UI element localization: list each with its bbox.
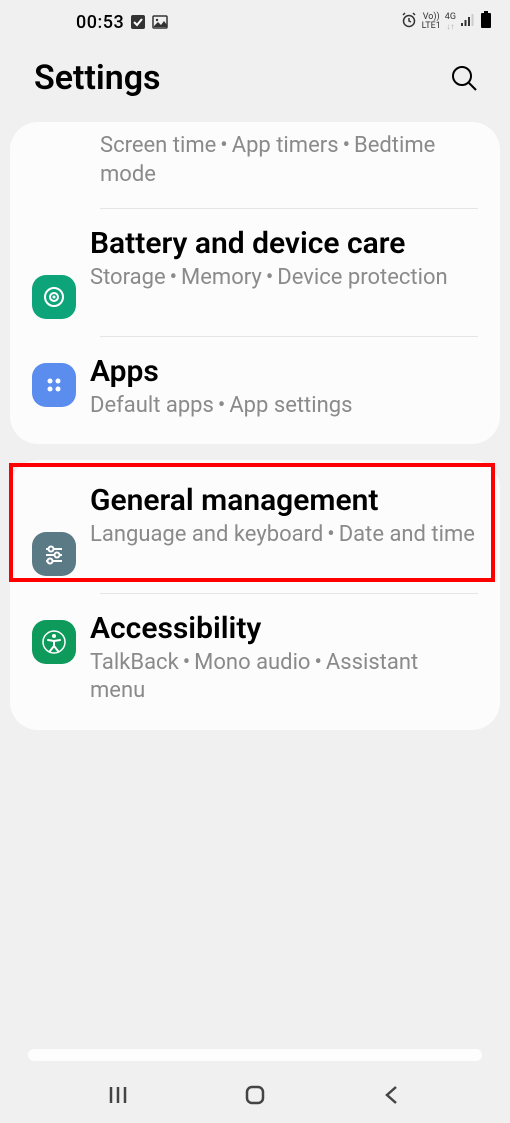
item-title: Accessibility [90, 612, 478, 647]
settings-item-general[interactable]: General management Language and keyboard… [10, 466, 500, 594]
app-header: Settings [0, 38, 510, 118]
data-indicator: 4G ↓↑ [445, 13, 456, 31]
settings-item-apps[interactable]: Apps Default apps•App settings [10, 337, 500, 438]
apps-icon [32, 363, 76, 407]
checkbox-icon [130, 14, 146, 30]
search-icon [449, 63, 479, 93]
battery-icon [480, 11, 492, 33]
accessibility-icon [32, 620, 76, 664]
item-subtitle: Storage•Memory•Device protection [90, 264, 478, 293]
home-button[interactable] [238, 1078, 272, 1112]
navigation-bar [0, 1067, 510, 1123]
settings-card-1: Screen time•App timers•Bedtime mode Batt… [10, 122, 500, 444]
item-subtitle: Language and keyboard•Date and time [90, 521, 478, 550]
item-title: Battery and device care [90, 227, 478, 262]
status-bar: 00:53 Vo)) LTE1 4G ↓↑ [0, 0, 510, 38]
alarm-icon [400, 11, 418, 33]
settings-item-battery[interactable]: Battery and device care Storage•Memory•D… [10, 209, 500, 337]
settings-item-digital-wellbeing[interactable]: Screen time•App timers•Bedtime mode [10, 128, 500, 209]
battery-care-icon [32, 275, 76, 319]
back-icon [381, 1084, 403, 1106]
search-button[interactable] [444, 58, 484, 98]
settings-card-2: General management Language and keyboard… [10, 460, 500, 730]
scroll-indicator [28, 1049, 482, 1061]
item-title: General management [90, 484, 478, 519]
page-title: Settings [34, 58, 161, 98]
status-left: 00:53 [18, 12, 168, 33]
item-title: Apps [90, 355, 478, 390]
item-subtitle: TalkBack•Mono audio•Assistant menu [90, 649, 478, 706]
item-subtitle: Default apps•App settings [90, 392, 478, 421]
general-management-icon [32, 532, 76, 576]
volte-indicator: Vo)) LTE1 [422, 13, 441, 31]
status-right: Vo)) LTE1 4G ↓↑ [400, 11, 492, 33]
recents-button[interactable] [101, 1078, 135, 1112]
home-icon [243, 1083, 267, 1107]
settings-item-accessibility[interactable]: Accessibility TalkBack•Mono audio•Assist… [10, 594, 500, 724]
signal-icon [460, 12, 476, 32]
item-subtitle: Screen time•App timers•Bedtime mode [100, 132, 478, 189]
image-icon [152, 14, 168, 30]
status-time: 00:53 [76, 12, 124, 33]
recents-icon [107, 1084, 129, 1106]
back-button[interactable] [375, 1078, 409, 1112]
